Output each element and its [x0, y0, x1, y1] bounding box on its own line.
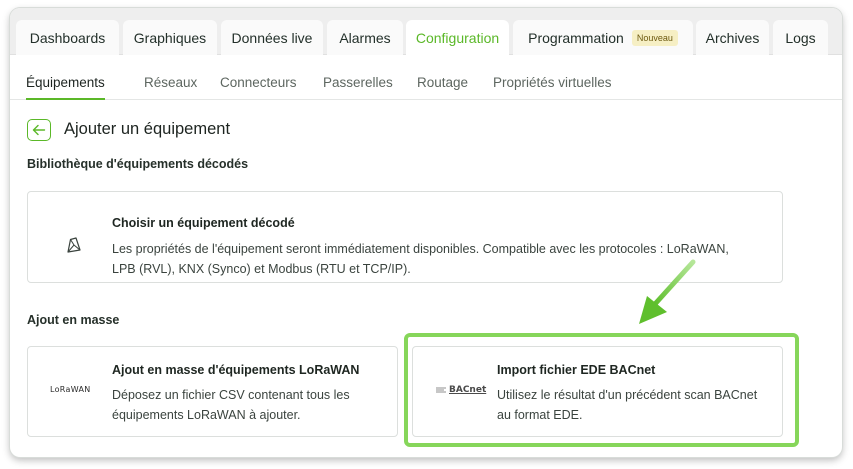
subtab-routage[interactable]: Routage: [417, 75, 468, 100]
tab-programmation[interactable]: Programmation Nouveau: [513, 20, 693, 55]
page-title: Ajouter un équipement: [64, 120, 231, 138]
arrow-left-icon: [32, 124, 46, 136]
app-window: Dashboards Graphiques Données live Alarm…: [10, 8, 842, 457]
subtab-reseaux[interactable]: Réseaux: [144, 75, 197, 100]
new-badge: Nouveau: [631, 29, 678, 46]
bacnet-logo-text: BACnet: [449, 385, 487, 395]
tab-label: Configuration: [415, 30, 500, 46]
lorawan-bulk-card[interactable]: LoRaWAN Ajout en masse d'équipements LoR…: [27, 346, 398, 437]
tab-label: Archives: [705, 29, 760, 46]
choose-decoded-device-card[interactable]: Choisir un équipement décodé Les proprié…: [27, 191, 783, 283]
card-description: Utilisez le résultat d'un précédent scan…: [497, 388, 758, 422]
tab-label: Programmation: [528, 29, 624, 46]
bacnet-logo: BACnet: [435, 385, 486, 395]
sub-tab-bar: Équipements Réseaux Connecteurs Passerel…: [10, 68, 842, 100]
tab-label: Alarmes: [339, 29, 391, 46]
card-title: Ajout en masse d'équipements LoRaWAN: [112, 363, 360, 377]
tab-logs[interactable]: Logs: [773, 20, 828, 55]
tab-label: Graphiques: [133, 29, 207, 46]
subtab-connecteurs[interactable]: Connecteurs: [220, 75, 297, 100]
tab-label: Logs: [785, 29, 816, 46]
card-description: Déposez un fichier CSV contenant tous le…: [112, 388, 350, 422]
tab-label: Dashboards: [29, 29, 106, 46]
library-section-title: Bibliothèque d'équipements décodés: [27, 157, 249, 171]
card-description: Les propriétés de l'équipement seront im…: [112, 242, 729, 276]
top-tab-bar: Dashboards Graphiques Données live Alarm…: [10, 8, 842, 56]
card-title: Choisir un équipement décodé: [112, 216, 295, 230]
subtab-passerelles[interactable]: Passerelles: [323, 75, 393, 100]
tab-label: Données live: [231, 29, 313, 46]
card-title: Import fichier EDE BACnet: [497, 363, 656, 377]
bacnet-logo-mark: [436, 387, 446, 393]
subtab-proprietes-virtuelles[interactable]: Propriétés virtuelles: [493, 75, 612, 100]
tab-graphiques[interactable]: Graphiques: [123, 20, 217, 55]
tab-dashboards[interactable]: Dashboards: [16, 20, 119, 55]
tab-archives[interactable]: Archives: [696, 20, 769, 55]
bulk-section-title: Ajout en masse: [27, 313, 120, 327]
back-button[interactable]: [27, 119, 51, 141]
bacnet-ede-import-card[interactable]: BACnet Import fichier EDE BACnet Utilise…: [412, 346, 783, 437]
tab-configuration[interactable]: Configuration: [406, 20, 509, 56]
lorawan-logo: LoRaWAN: [50, 385, 91, 394]
tab-donnees-live[interactable]: Données live: [221, 20, 323, 55]
decoded-device-icon: [67, 237, 81, 253]
tab-alarmes[interactable]: Alarmes: [327, 20, 403, 55]
subtab-equipements[interactable]: Équipements: [26, 75, 105, 100]
